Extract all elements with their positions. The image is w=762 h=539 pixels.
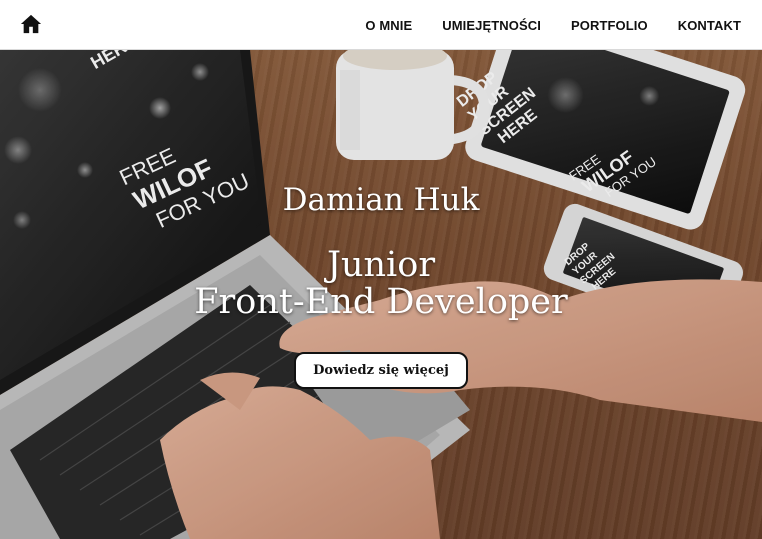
- hero-role: Junior Front-End Developer: [0, 247, 762, 321]
- nav-item-kontakt[interactable]: KONTAKT: [678, 18, 741, 33]
- hero-role-line1: Junior: [326, 245, 436, 285]
- nav-item-umiejetnosci[interactable]: UMIEJĘTNOŚCI: [442, 18, 541, 33]
- learn-more-button[interactable]: Dowiedz się więcej: [294, 352, 468, 389]
- hero-name: Damian Huk: [282, 182, 480, 218]
- top-navbar: O MNIE UMIEJĘTNOŚCI PORTFOLIO KONTAKT: [0, 0, 762, 50]
- home-icon[interactable]: [20, 13, 42, 35]
- hero-section: DROP YOUR SCREEN HERE FREE WILOF FOR YOU…: [0, 50, 762, 539]
- nav-menu: O MNIE UMIEJĘTNOŚCI PORTFOLIO KONTAKT: [356, 0, 762, 50]
- nav-item-o-mnie[interactable]: O MNIE: [365, 18, 412, 33]
- hero-role-line2: Front-End Developer: [194, 282, 568, 322]
- nav-item-portfolio[interactable]: PORTFOLIO: [571, 18, 648, 33]
